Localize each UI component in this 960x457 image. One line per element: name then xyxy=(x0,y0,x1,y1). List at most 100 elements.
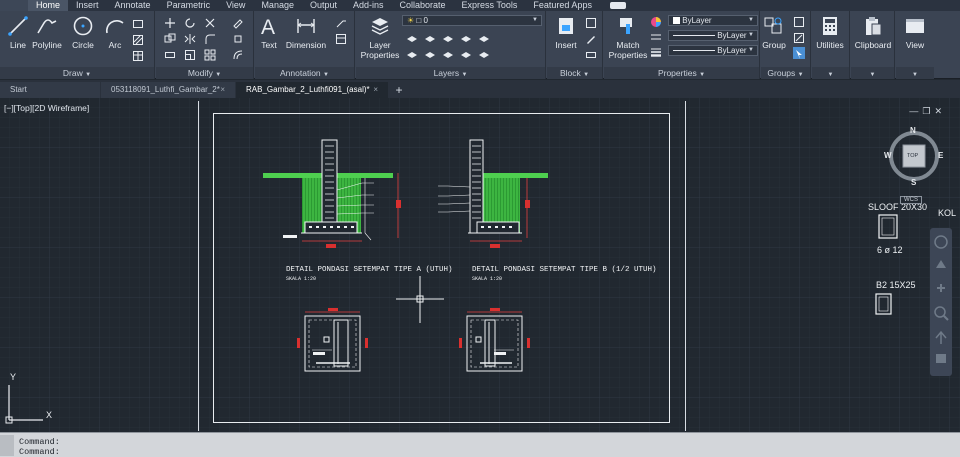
tab-view[interactable]: View xyxy=(218,0,253,11)
tab-parametric[interactable]: Parametric xyxy=(159,0,219,11)
close-icon[interactable]: × xyxy=(220,82,225,98)
match-properties-tool[interactable]: Match Properties xyxy=(606,15,650,60)
layer-on-icon[interactable] xyxy=(406,47,418,59)
modify-panel-title-text: Modify xyxy=(187,68,213,78)
utilities-tool[interactable]: Utilities xyxy=(808,15,852,50)
color-dropdown[interactable]: ByLayer ▼ xyxy=(668,15,758,26)
close-icon[interactable]: × xyxy=(373,82,378,98)
tab-featured-apps[interactable]: Featured Apps xyxy=(525,0,600,11)
group-icon xyxy=(764,17,782,34)
attribute-icon[interactable] xyxy=(585,48,597,60)
lineweight-dropdown[interactable]: ByLayer ▼ xyxy=(668,45,758,56)
clipboard-expander[interactable]: ▼ xyxy=(851,67,894,79)
modify-panel-title[interactable]: Modify ▼ xyxy=(156,67,253,79)
viewcube-south[interactable]: S xyxy=(911,178,916,187)
hatch-icon[interactable] xyxy=(132,33,144,45)
create-block-icon[interactable] xyxy=(585,16,597,28)
view-expander[interactable]: ▼ xyxy=(896,67,934,79)
tab-insert[interactable]: Insert xyxy=(68,0,107,11)
wcs-menu[interactable]: WCS xyxy=(900,196,922,204)
file-tab-gambar-2[interactable]: 053118091_Luthfi_Gambar_2* × xyxy=(101,82,235,98)
text-tool[interactable]: A Text xyxy=(252,15,286,50)
minimize-icon[interactable]: — xyxy=(909,106,922,116)
layer-thaw-icon[interactable] xyxy=(442,47,454,59)
chevron-down-icon: ▼ xyxy=(85,72,92,78)
command-window-grip[interactable] xyxy=(0,435,14,456)
lineweight-icon[interactable] xyxy=(650,45,662,57)
layer-properties-tool[interactable]: Layer Properties xyxy=(358,15,402,60)
insert-block-tool[interactable]: Insert xyxy=(549,15,583,50)
erase-icon[interactable] xyxy=(232,16,244,29)
linetype-icon[interactable] xyxy=(650,30,662,42)
edit-block-icon[interactable] xyxy=(585,32,597,44)
layer-unisolate-icon[interactable] xyxy=(424,47,436,59)
array-icon[interactable] xyxy=(204,48,216,61)
command-window[interactable]: Command: Command: xyxy=(0,432,960,457)
dimension-tool[interactable]: Dimension xyxy=(284,15,328,50)
table-icon[interactable] xyxy=(132,49,144,61)
viewcube-west[interactable]: W xyxy=(884,151,892,160)
table-icon[interactable] xyxy=(335,32,347,44)
polyline-tool[interactable]: Polyline xyxy=(30,15,64,50)
rectangle-icon[interactable] xyxy=(132,17,144,29)
properties-panel-title[interactable]: Properties ▼ xyxy=(604,67,759,79)
linetype-dropdown[interactable]: ByLayer ▼ xyxy=(668,30,758,41)
viewcube-top-face[interactable]: TOP xyxy=(907,153,918,159)
layer-current-icon[interactable] xyxy=(478,47,490,59)
rotate-icon[interactable] xyxy=(184,16,196,28)
ungroup-icon[interactable] xyxy=(793,15,805,27)
layer-off-icon[interactable] xyxy=(406,31,418,43)
mirror-icon[interactable] xyxy=(184,32,196,44)
clipboard-tool[interactable]: Clipboard xyxy=(851,15,895,50)
move-icon[interactable] xyxy=(164,16,176,28)
tab-output[interactable]: Output xyxy=(302,0,345,11)
layer-lock-icon[interactable] xyxy=(460,31,472,43)
viewcube-north[interactable]: N xyxy=(910,126,916,135)
file-tab-start[interactable]: Start xyxy=(0,82,100,98)
layer-match-icon[interactable] xyxy=(478,31,490,43)
close-icon[interactable]: ✕ xyxy=(934,106,946,116)
offset-icon[interactable] xyxy=(232,48,244,60)
ribbon-minimize-toggle[interactable] xyxy=(609,2,626,9)
group-select-icon[interactable] xyxy=(793,47,805,59)
scale-icon[interactable] xyxy=(184,48,196,60)
color-wheel-icon[interactable] xyxy=(650,15,662,27)
b2-label: B2 15X25 xyxy=(876,280,916,290)
explode-icon[interactable] xyxy=(232,32,244,44)
viewcube-east[interactable]: E xyxy=(938,151,943,160)
block-panel-title[interactable]: Block ▼ xyxy=(547,67,602,79)
tab-manage[interactable]: Manage xyxy=(253,0,302,11)
fillet-icon[interactable] xyxy=(204,32,216,44)
view-window-icon xyxy=(906,19,924,33)
leader-icon[interactable] xyxy=(335,16,347,28)
application-menu-button[interactable] xyxy=(0,0,28,11)
ucs-x-label: X xyxy=(46,410,53,420)
annotation-panel-title[interactable]: Annotation ▼ xyxy=(255,67,354,79)
tab-express-tools[interactable]: Express Tools xyxy=(454,0,526,11)
layer-isolate-icon[interactable] xyxy=(424,31,436,43)
view-tool[interactable]: View xyxy=(898,15,932,50)
layer-unlock-icon[interactable] xyxy=(460,47,472,59)
restore-icon[interactable]: ❐ xyxy=(922,106,934,116)
group-edit-icon[interactable] xyxy=(793,31,805,43)
groups-panel-title[interactable]: Groups ▼ xyxy=(761,67,810,79)
utilities-expander[interactable]: ▼ xyxy=(812,67,849,79)
layers-panel-title[interactable]: Layers ▼ xyxy=(356,67,545,79)
trim-icon[interactable] xyxy=(204,16,216,28)
stretch-icon[interactable] xyxy=(164,48,176,60)
tab-home[interactable]: Home xyxy=(28,0,69,11)
group-tool[interactable]: Group xyxy=(757,15,791,50)
file-tab-rab-gambar-2[interactable]: RAB_Gambar_2_Luthfi091_(asal)* × xyxy=(236,82,388,98)
tab-add-ins[interactable]: Add-ins xyxy=(345,0,392,11)
layer-freeze-icon[interactable] xyxy=(442,31,454,43)
circle-tool[interactable]: Circle xyxy=(66,15,100,50)
new-tab-button[interactable]: + xyxy=(389,82,409,98)
viewport-controls[interactable]: [−][Top][2D Wireframe] xyxy=(4,103,89,113)
copy-icon[interactable] xyxy=(164,32,176,44)
arc-tool[interactable]: Arc xyxy=(98,15,132,50)
tab-collaborate[interactable]: Collaborate xyxy=(392,0,454,11)
layer-dropdown[interactable]: ☀ □ 0 ▼ xyxy=(402,15,542,26)
tab-annotate[interactable]: Annotate xyxy=(107,0,159,11)
chevron-down-icon: ▼ xyxy=(748,47,754,53)
draw-panel-title[interactable]: Draw ▼ xyxy=(0,67,154,79)
